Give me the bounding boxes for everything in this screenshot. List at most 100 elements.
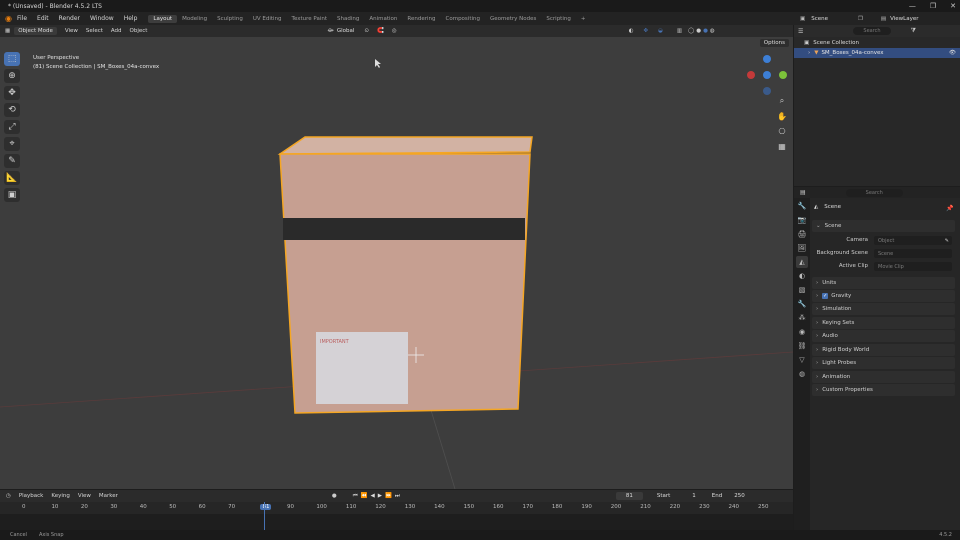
menu-window[interactable]: Window — [85, 15, 119, 22]
timeline-menu-playback[interactable]: Playback — [19, 493, 44, 499]
outliner-row-scene-collection[interactable]: ▣ Scene Collection — [794, 37, 960, 48]
menu-help[interactable]: Help — [119, 15, 143, 22]
properties-editor-icon[interactable]: ▤ — [800, 189, 806, 196]
menu-render[interactable]: Render — [54, 15, 85, 22]
keying-sets-panel[interactable]: › Keying Sets — [812, 317, 955, 329]
outliner-editor-icon[interactable]: ☰ — [798, 28, 803, 35]
orientation-dropdown[interactable]: Global — [337, 28, 355, 34]
units-panel[interactable]: › Units — [812, 277, 955, 289]
visibility-icon[interactable]: ◐ — [629, 28, 634, 34]
timeline-ruler[interactable]: 0 10 20 30 40 50 60 70 81 90 100 110 120 130 140 150 160… — [0, 502, 793, 514]
physics-tab-icon[interactable]: ◉ — [796, 326, 808, 338]
timeline-menu-keying[interactable]: Keying — [51, 493, 69, 499]
mode-dropdown[interactable]: Object Mode — [14, 27, 57, 35]
timeline-tracks[interactable] — [0, 502, 793, 530]
world-tab-icon[interactable]: ◐ — [796, 270, 808, 282]
viewport-menu-view[interactable]: View — [65, 28, 78, 34]
copy-scene-icon[interactable]: ❐ — [858, 16, 863, 22]
play-reverse-icon[interactable]: ◀ — [371, 493, 375, 499]
rigid-body-world-panel[interactable]: › Rigid Body World — [812, 344, 955, 356]
tool-tab-icon[interactable]: 🔧 — [796, 200, 808, 212]
add-cube-icon[interactable]: ▣ — [4, 188, 20, 202]
shading-material-icon[interactable]: ● — [703, 28, 708, 34]
tab-uv-editing[interactable]: UV Editing — [248, 15, 287, 23]
hand-pan-icon[interactable]: ✋ — [776, 110, 788, 122]
outliner-row-object[interactable]: › ▼ SM_Boxes_04a-convex 👁 — [794, 48, 960, 58]
custom-properties-panel[interactable]: › Custom Properties — [812, 384, 955, 396]
play-icon[interactable]: ▶ — [378, 493, 382, 499]
prev-key-icon[interactable]: ⏪ — [361, 493, 368, 499]
simulation-panel[interactable]: › Simulation — [812, 303, 955, 315]
gravity-checkbox[interactable]: ✓ — [822, 293, 829, 299]
output-tab-icon[interactable]: 🖨 — [796, 228, 808, 240]
properties-search-field[interactable]: Search — [845, 188, 903, 197]
viewport-menu-object[interactable]: Object — [130, 28, 148, 34]
annotate-icon[interactable]: ✎ — [4, 154, 20, 168]
tab-animation[interactable]: Animation — [364, 15, 402, 23]
blender-logo-icon[interactable]: ◉ — [5, 14, 12, 23]
active-clip-field[interactable]: Movie Clip — [874, 262, 952, 271]
data-tab-icon[interactable]: ▽ — [796, 354, 808, 366]
timeline-editor-icon[interactable]: ◷ — [6, 493, 11, 499]
modifier-tab-icon[interactable]: 🔧 — [796, 298, 808, 310]
move-icon[interactable]: ✥ — [4, 86, 20, 100]
next-key-icon[interactable]: ⏩ — [385, 493, 392, 499]
menu-file[interactable]: File — [12, 15, 32, 22]
shading-rendered-icon[interactable]: ◍ — [710, 28, 715, 34]
filter-icon[interactable]: ⧩ — [911, 27, 916, 35]
light-probes-panel[interactable]: › Light Probes — [812, 357, 955, 369]
gizmo-toggle-icon[interactable]: ✥ — [643, 28, 648, 34]
playhead-line[interactable] — [264, 502, 265, 530]
overlay-toggle-icon[interactable]: ◒ — [658, 28, 663, 34]
tab-compositing[interactable]: Compositing — [441, 15, 485, 23]
snap-icon[interactable]: 🧲 — [377, 28, 384, 34]
rotate-icon[interactable]: ⟲ — [4, 103, 20, 117]
start-frame-field[interactable]: 1 — [692, 493, 696, 499]
pivot-icon[interactable]: ⊙ — [364, 28, 369, 34]
animation-panel[interactable]: › Animation — [812, 371, 955, 383]
scale-icon[interactable]: ⤢ — [4, 120, 20, 134]
viewport-menu-add[interactable]: Add — [111, 28, 122, 34]
menu-edit[interactable]: Edit — [32, 15, 54, 22]
outliner-search-field[interactable]: Search — [853, 27, 891, 35]
ortho-toggle-icon[interactable]: ▦ — [776, 140, 788, 152]
tab-texture-paint[interactable]: Texture Paint — [287, 15, 333, 23]
maximize-button[interactable]: ❐ — [930, 2, 936, 10]
tab-scripting[interactable]: Scripting — [541, 15, 575, 23]
expand-arrow-icon[interactable]: › — [808, 50, 810, 56]
add-workspace-button[interactable]: + — [576, 15, 591, 23]
jump-end-icon[interactable]: ⏭ — [395, 493, 400, 500]
background-scene-field[interactable]: Scene — [874, 249, 952, 258]
tab-layout[interactable]: Layout — [148, 14, 178, 23]
minimize-button[interactable]: — — [909, 2, 916, 10]
transform-icon[interactable]: ⌖ — [4, 137, 20, 151]
select-box-icon[interactable]: ⬚ — [4, 52, 20, 66]
object-tab-icon[interactable]: ▧ — [796, 284, 808, 296]
tab-shading[interactable]: Shading — [332, 15, 364, 23]
cursor-icon[interactable]: ⊕ — [4, 69, 20, 83]
close-button[interactable]: ✕ — [950, 2, 956, 10]
current-frame-field[interactable]: 81 — [615, 492, 643, 500]
timeline-menu-view[interactable]: View — [78, 493, 91, 499]
shading-solid-icon[interactable]: ● — [696, 28, 701, 34]
camera-view-icon[interactable]: ⎔ — [776, 125, 788, 137]
xray-toggle-icon[interactable]: ▥ — [677, 28, 682, 34]
viewport-menu-select[interactable]: Select — [86, 28, 103, 34]
measure-icon[interactable]: 📐 — [4, 171, 20, 185]
visibility-eye-icon[interactable]: 👁 — [949, 50, 956, 56]
scene-panel-header[interactable]: ⌄ Scene — [812, 220, 955, 232]
tab-modeling[interactable]: Modeling — [177, 15, 212, 23]
gravity-panel[interactable]: › ✓ Gravity — [812, 290, 955, 302]
zoom-icon[interactable]: ⌕ — [776, 95, 788, 107]
proportional-edit-icon[interactable]: ◎ — [392, 28, 397, 34]
eyedropper-icon[interactable]: ✎ — [945, 238, 949, 244]
material-tab-icon[interactable]: ◍ — [796, 368, 808, 380]
render-tab-icon[interactable]: 📷 — [796, 214, 808, 226]
options-dropdown[interactable]: Options — [759, 39, 789, 47]
tab-rendering[interactable]: Rendering — [402, 15, 440, 23]
pin-icon[interactable]: 📌 — [946, 205, 953, 212]
camera-field[interactable]: Object ✎ — [874, 236, 952, 245]
constraints-tab-icon[interactable]: ⛓ — [796, 340, 808, 352]
audio-panel[interactable]: › Audio — [812, 330, 955, 342]
particles-tab-icon[interactable]: ⁂ — [796, 312, 808, 324]
